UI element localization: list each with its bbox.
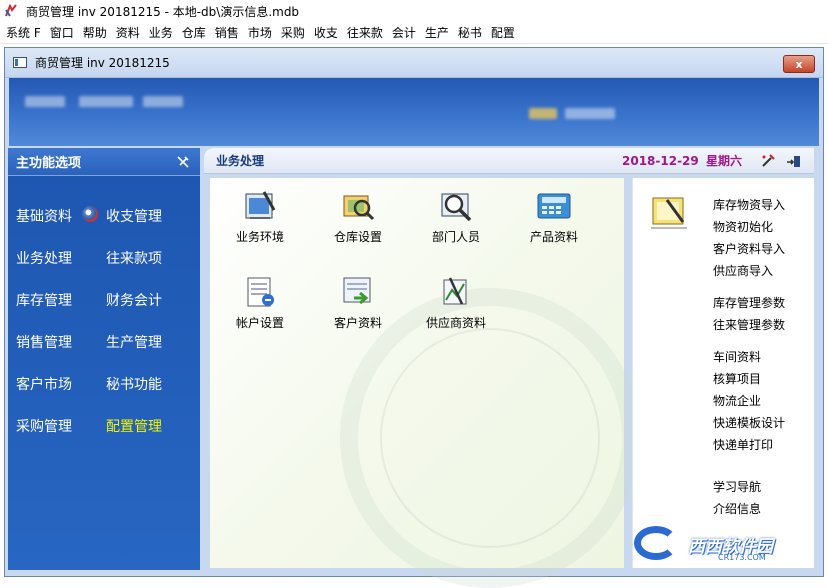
link-import-suppliers[interactable]: 供应商导入 <box>713 262 773 279</box>
menu-market[interactable]: 市场 <box>246 24 279 41</box>
blurred-text <box>25 96 65 107</box>
window-title: 商贸管理 inv 20181215 <box>35 56 170 70</box>
supplier-icon <box>436 274 476 310</box>
nav-inventory[interactable]: 库存管理 <box>16 290 72 310</box>
work-area: 业务环境 仓库设置 部门人员 产品资料 帐户设置 客户资料 供应商资料 <box>210 178 640 588</box>
link-import-customers[interactable]: 客户资料导入 <box>713 240 785 257</box>
nav-accounting[interactable]: 财务会计 <box>106 290 162 310</box>
app-logo-icon <box>4 3 18 18</box>
pin-icon[interactable] <box>176 155 190 169</box>
link-import-inventory[interactable]: 库存物资导入 <box>713 196 785 213</box>
background-dial-inner <box>380 328 600 548</box>
tile-account[interactable]: 帐户设置 <box>220 274 300 331</box>
link-learning-guide[interactable]: 学习导航 <box>713 478 761 495</box>
center-title: 业务处理 <box>216 154 265 168</box>
department-icon <box>436 188 476 224</box>
window-title-bar: 商贸管理 inv 20181215 x <box>5 48 823 78</box>
nav-secretary[interactable]: 秘书功能 <box>106 374 162 394</box>
product-icon <box>534 188 574 224</box>
app-title-bar: 商贸管理 inv 20181215 - 本地-db\演示信息.mdb <box>0 0 828 22</box>
notes-icon <box>647 192 691 232</box>
link-express-template[interactable]: 快递模板设计 <box>713 414 785 431</box>
link-express-print[interactable]: 快递单打印 <box>713 436 773 453</box>
center-header: 业务处理 2018-12-29 星期六 <box>204 148 814 174</box>
tile-label: 帐户设置 <box>235 316 284 330</box>
tile-label: 供应商资料 <box>425 316 486 330</box>
tools-icon[interactable] <box>760 153 776 169</box>
link-init-materials[interactable]: 物资初始化 <box>713 218 773 235</box>
window-icon <box>13 57 27 68</box>
left-nav-header: 主功能选项 <box>8 148 200 176</box>
tile-label: 业务环境 <box>235 230 284 244</box>
customer-icon <box>338 274 378 310</box>
link-accounting-items[interactable]: 核算项目 <box>713 370 761 387</box>
tile-warehouse[interactable]: 仓库设置 <box>318 188 398 245</box>
menu-accounting[interactable]: 会计 <box>390 24 423 41</box>
close-button[interactable]: x <box>783 55 815 73</box>
menu-production[interactable]: 生产 <box>423 24 456 41</box>
nav-business[interactable]: 业务处理 <box>16 248 72 268</box>
nav-config[interactable]: 配置管理 <box>106 416 162 436</box>
warehouse-icon <box>338 188 378 224</box>
menu-data[interactable]: 资料 <box>114 24 147 41</box>
account-icon <box>240 274 280 310</box>
left-nav-title: 主功能选项 <box>16 156 82 171</box>
nav-customer-market[interactable]: 客户市场 <box>16 374 72 394</box>
business-env-icon <box>240 188 280 224</box>
link-inventory-params[interactable]: 库存管理参数 <box>713 294 785 311</box>
menu-help[interactable]: 帮助 <box>81 24 114 41</box>
tile-department[interactable]: 部门人员 <box>416 188 496 245</box>
menu-system[interactable]: 系统 F <box>6 24 48 41</box>
menu-sales[interactable]: 销售 <box>213 24 246 41</box>
menu-cash[interactable]: 收支 <box>312 24 345 41</box>
nav-purchase[interactable]: 采购管理 <box>16 416 72 436</box>
tile-supplier[interactable]: 供应商资料 <box>416 274 496 331</box>
nav-receivables[interactable]: 往来款项 <box>106 248 162 268</box>
current-weekday: 星期六 <box>706 154 743 168</box>
menu-config[interactable]: 配置 <box>489 24 522 41</box>
tile-label: 仓库设置 <box>333 230 382 244</box>
tile-customer[interactable]: 客户资料 <box>318 274 398 331</box>
blurred-text <box>565 108 615 119</box>
nav-basic-data[interactable]: 基础资料 <box>16 206 72 226</box>
nav-sales[interactable]: 销售管理 <box>16 332 72 352</box>
blurred-text <box>79 96 133 107</box>
tile-label: 部门人员 <box>431 230 480 244</box>
menu-window[interactable]: 窗口 <box>48 24 81 41</box>
exit-icon[interactable] <box>786 153 802 169</box>
cash-management-icon <box>82 206 98 222</box>
tile-product[interactable]: 产品资料 <box>514 188 594 245</box>
menu-warehouse[interactable]: 仓库 <box>180 24 213 41</box>
watermark-subtext: CR173.COM <box>718 553 766 562</box>
menu-accounts[interactable]: 往来款 <box>345 24 390 41</box>
link-logistics[interactable]: 物流企业 <box>713 392 761 409</box>
menu-secretary[interactable]: 秘书 <box>456 24 489 41</box>
blurred-text <box>143 96 183 107</box>
left-nav-panel: 主功能选项 基础资料 收支管理 业务处理 往来款项 库存管理 财务会计 销售管理… <box>8 148 200 570</box>
nav-production[interactable]: 生产管理 <box>106 332 162 352</box>
current-date: 2018-12-29 <box>622 153 699 168</box>
menu-bar: 系统 F 窗口 帮助 资料 业务 仓库 销售 市场 采购 收支 往来款 会计 生… <box>0 22 828 44</box>
app-title: 商贸管理 inv 20181215 - 本地-db\演示信息.mdb <box>26 4 300 19</box>
link-workshop-data[interactable]: 车间资料 <box>713 348 761 365</box>
tile-label: 客户资料 <box>333 316 382 330</box>
watermark-c-icon <box>634 526 678 560</box>
link-accounts-params[interactable]: 往来管理参数 <box>713 316 785 333</box>
tile-label: 产品资料 <box>529 230 578 244</box>
header-banner <box>9 78 819 146</box>
menu-purchase[interactable]: 采购 <box>279 24 312 41</box>
nav-cash-management[interactable]: 收支管理 <box>106 206 162 226</box>
tile-business-env[interactable]: 业务环境 <box>220 188 300 245</box>
blurred-text <box>529 108 557 119</box>
menu-business[interactable]: 业务 <box>147 24 180 41</box>
link-intro-info[interactable]: 介绍信息 <box>713 500 761 517</box>
right-panel: 库存物资导入 物资初始化 客户资料导入 供应商导入 库存管理参数 往来管理参数 … <box>632 178 814 568</box>
watermark-logo: 西西软件园 CR173.COM <box>634 522 810 562</box>
